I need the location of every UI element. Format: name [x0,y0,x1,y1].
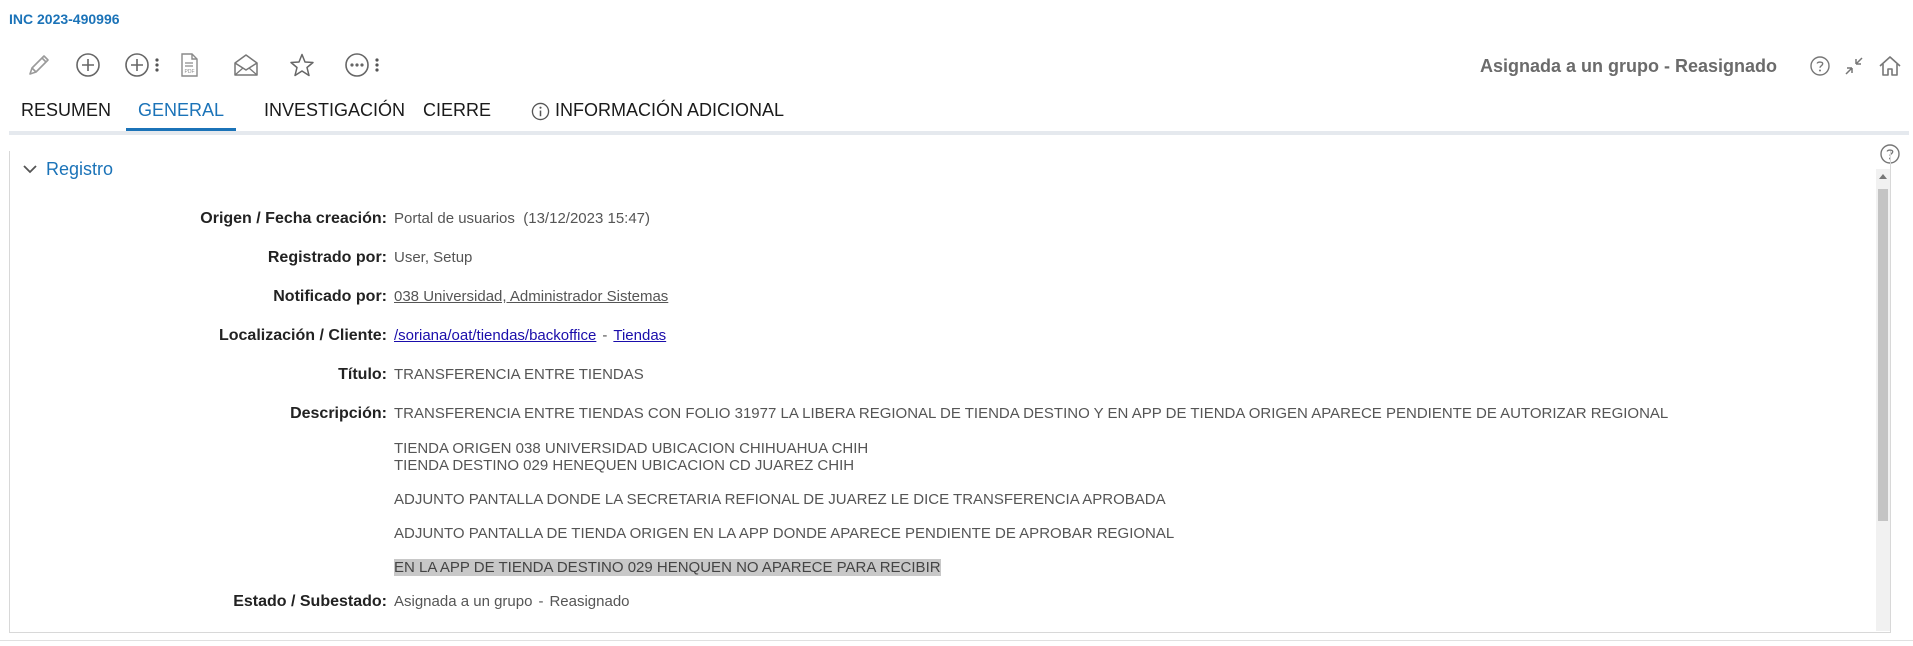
substate-value: Reasignado [549,593,630,610]
add-menu-dots-icon[interactable] [153,55,161,75]
field-value: TRANSFERENCIA ENTRE TIENDAS [394,366,644,383]
scrollbar[interactable] [1876,169,1890,631]
pencil-icon [29,55,49,75]
description-line: TIENDA ORIGEN 038 UNIVERSIDAD UBICACION … [394,440,869,457]
tab-resumen[interactable]: RESUMEN [9,96,123,132]
status-area: Asignada a un grupo - Reasignado [1353,50,1913,82]
add-menu-button[interactable] [120,48,154,82]
client-link[interactable]: Tiendas [613,327,666,344]
plus-circle-menu-icon [125,53,149,77]
location-link[interactable]: /soriana/oat/tiendas/backoffice [394,327,596,344]
tab-label: GENERAL [138,100,225,120]
help-button[interactable] [1805,51,1835,81]
more-options-dots-icon[interactable] [373,55,381,75]
tab-divider [9,131,1909,135]
chevron-down-icon [23,165,37,174]
description-line: TIENDA DESTINO 029 HENEQUEN UBICACION CD… [394,457,855,474]
toolbar: PDF [22,48,482,82]
home-icon [1879,56,1901,76]
bottom-divider [0,640,1913,641]
status-text: Asignada a un grupo - Reasignado [1479,56,1777,76]
tab-label: INVESTIGACIÓN [264,100,406,120]
tab-informacion-adicional[interactable]: INFORMACIÓN ADICIONAL [519,96,796,132]
more-options-icon [345,53,369,77]
help-icon [1810,56,1830,76]
notified-by-link[interactable]: 038 Universidad, Administrador Sistemas [394,288,668,305]
field-value: Asignada a un grupo - Reasignado [394,593,630,610]
star-icon [290,53,314,77]
tab-bar: RESUMEN GENERAL INVESTIGACIÓN CIERRE INF… [9,96,1909,132]
favorite-button[interactable] [285,48,319,82]
home-button[interactable] [1875,51,1905,81]
origen-value: Portal de usuarios [394,210,515,227]
description-line: TRANSFERENCIA ENTRE TIENDAS CON FOLIO 31… [394,405,1669,422]
svg-text:PDF: PDF [185,69,195,75]
pdf-button[interactable]: PDF [172,48,206,82]
scroll-thumb[interactable] [1878,189,1888,521]
description-line: ADJUNTO PANTALLA DONDE LA SECRETARIA REF… [394,491,1166,508]
tab-general[interactable]: GENERAL [126,96,237,132]
tab-cierre[interactable]: CIERRE [411,96,503,132]
state-value: Asignada a un grupo [394,593,533,610]
collapse-icon [1845,57,1863,75]
field-label: Origen / Fecha creación: [200,210,387,227]
tab-label: RESUMEN [21,100,112,120]
edit-button[interactable] [22,48,56,82]
separator: - [538,593,544,610]
creation-date: (13/12/2023 15:47) [523,210,651,227]
tab-investigacion[interactable]: INVESTIGACIÓN [252,96,417,132]
description-line: ADJUNTO PANTALLA DE TIENDA ORIGEN EN LA … [394,525,1175,542]
envelope-open-icon [234,54,258,76]
field-label: Localización / Cliente: [218,327,387,344]
field-label: Notificado por: [273,288,387,305]
separator: - [602,327,608,344]
pdf-icon: PDF [181,53,198,77]
info-icon [531,102,550,121]
collapse-button[interactable] [1839,51,1869,81]
field-value: Portal de usuarios (13/12/2023 15:47) [394,210,650,227]
incident-id: INC 2023-490996 [9,11,120,27]
tab-label: INFORMACIÓN ADICIONAL [555,100,785,120]
email-button[interactable] [229,48,263,82]
registro-panel: Registro Origen / Fecha creación: Portal… [9,151,1891,633]
add-button[interactable] [71,48,105,82]
field-label: Descripción: [290,405,387,422]
section-toggle-registro[interactable]: Registro [22,156,113,182]
field-value: /soriana/oat/tiendas/backoffice - Tiendas [394,327,666,344]
field-label: Registrado por: [267,249,387,266]
section-title: Registro [46,158,114,179]
selected-text: EN LA APP DE TIENDA DESTINO 029 HENQUEN … [394,559,941,576]
description-line-highlighted: EN LA APP DE TIENDA DESTINO 029 HENQUEN … [394,559,941,576]
more-options-button[interactable] [340,48,374,82]
scroll-up-icon[interactable] [1876,169,1890,183]
field-value: User, Setup [394,249,473,266]
tab-label: CIERRE [423,100,492,120]
field-label: Estado / Subestado: [233,593,387,610]
field-label: Título: [338,366,387,383]
plus-circle-icon [76,53,100,77]
